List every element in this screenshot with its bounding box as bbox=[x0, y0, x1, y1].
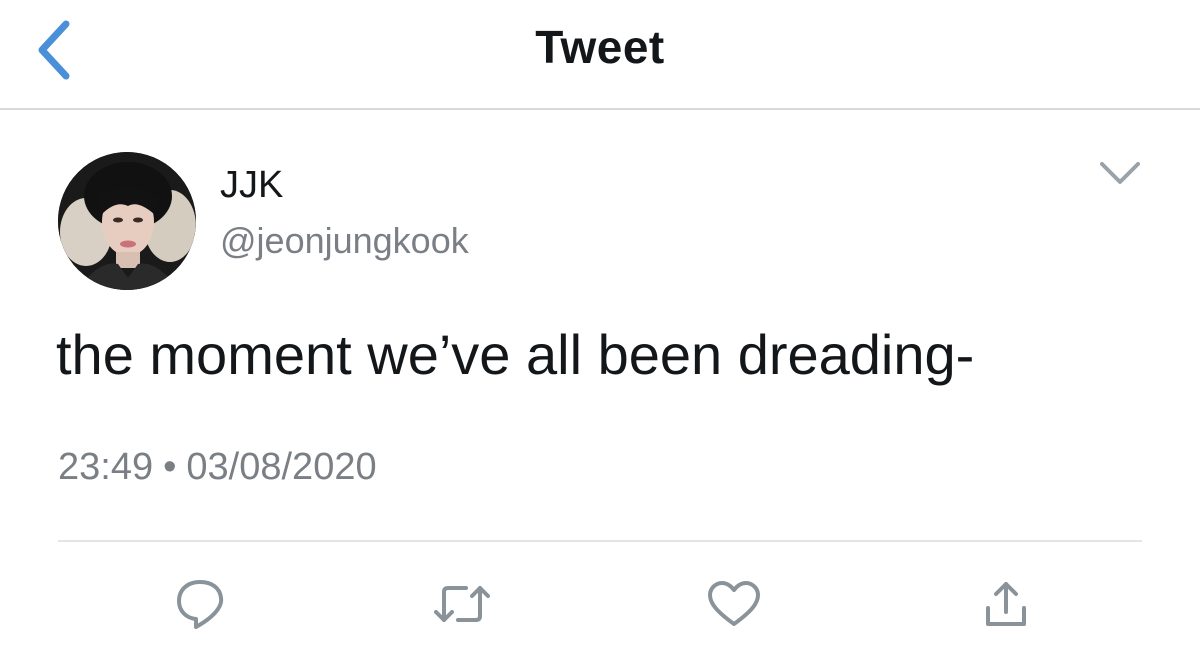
tweet-text: the moment we’ve all been dreading- bbox=[56, 323, 975, 386]
reply-button[interactable] bbox=[170, 574, 230, 634]
tweet-timestamp: 23:49 • 03/08/2020 bbox=[58, 446, 377, 489]
avatar[interactable] bbox=[58, 152, 196, 290]
chevron-down-icon bbox=[1100, 162, 1140, 184]
navigation-bar: Tweet bbox=[0, 0, 1200, 110]
share-icon bbox=[986, 582, 1026, 626]
author-display-name[interactable]: JJK bbox=[220, 164, 283, 207]
share-button[interactable] bbox=[976, 574, 1036, 634]
reply-icon bbox=[177, 580, 224, 629]
retweet-icon bbox=[434, 586, 490, 622]
timestamp-separator: • bbox=[163, 446, 177, 488]
like-button[interactable] bbox=[704, 574, 764, 634]
heart-icon bbox=[708, 581, 760, 626]
tweet-date: 03/08/2020 bbox=[186, 446, 377, 488]
more-options-button[interactable] bbox=[1090, 150, 1150, 196]
author-handle[interactable]: @jeonjungkook bbox=[220, 220, 469, 262]
avatar-photo bbox=[58, 152, 196, 290]
tweet-time: 23:49 bbox=[58, 446, 154, 488]
retweet-button[interactable] bbox=[432, 574, 492, 634]
divider bbox=[58, 540, 1142, 542]
page-title: Tweet bbox=[535, 21, 665, 73]
